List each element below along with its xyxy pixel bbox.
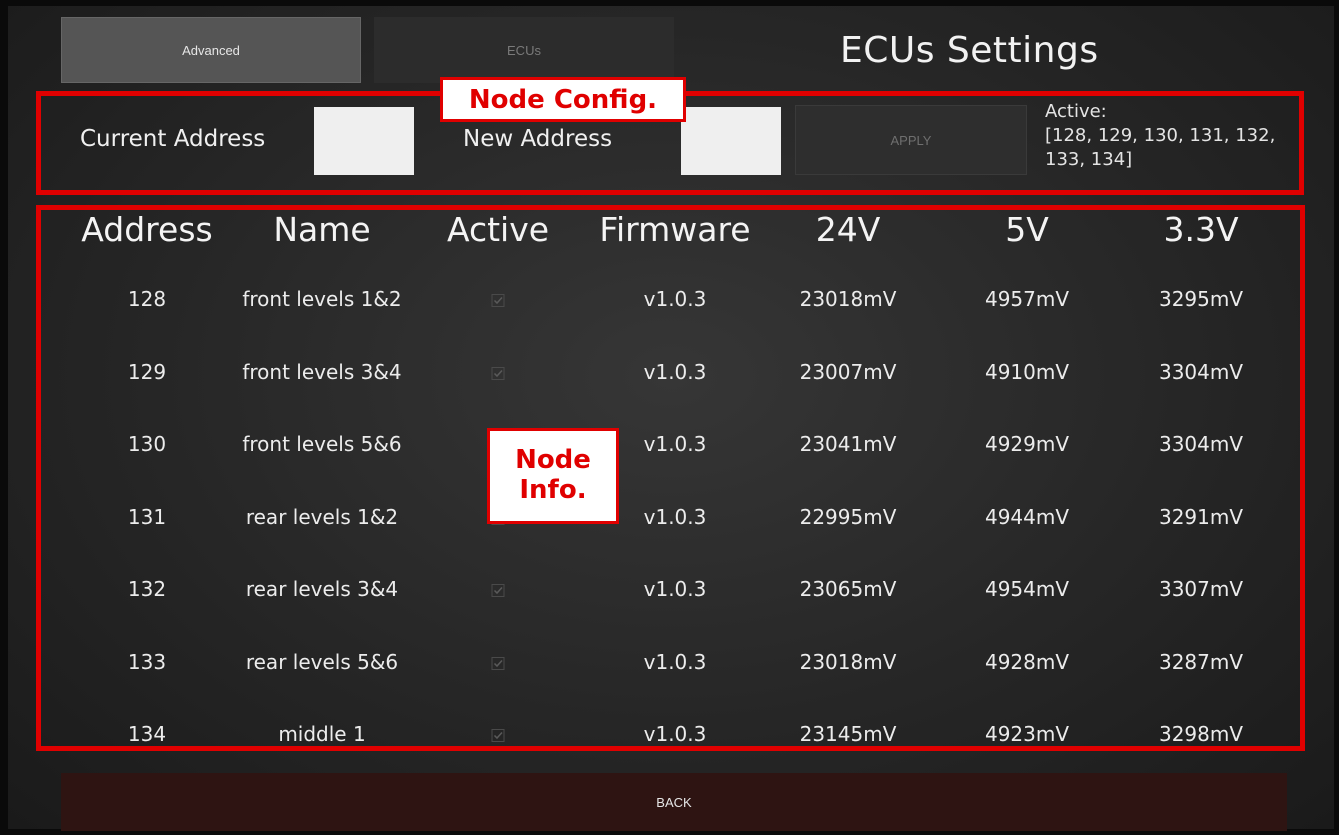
node-config-callout: Node Config. xyxy=(440,77,686,122)
cell-address: 134 xyxy=(127,722,167,746)
active-checkbox-icon xyxy=(491,294,505,307)
active-checkbox-icon xyxy=(491,729,505,742)
cell-3-3v: 3291mV xyxy=(1158,504,1244,529)
cell-5v: 4929mV xyxy=(984,432,1070,456)
cell-5v: 4957mV xyxy=(984,287,1070,311)
node-info-callout: Node Info. xyxy=(487,428,619,524)
cell-address: 131 xyxy=(127,504,167,529)
active-checkbox-icon xyxy=(491,366,505,380)
active-checkbox-icon xyxy=(491,656,505,670)
cell-3-3v: 3304mV xyxy=(1158,432,1244,456)
active-nodes-label: Active: xyxy=(1045,101,1107,122)
new-address-label: New Address xyxy=(463,126,613,152)
cell-3-3v: 3295mV xyxy=(1158,287,1244,311)
header-active: Active xyxy=(446,210,550,249)
cell-address: 133 xyxy=(127,649,167,674)
header-3-3v: 3.3V xyxy=(1163,210,1239,249)
cell-firmware: v1.0.3 xyxy=(643,432,707,456)
current-address-label: Current Address xyxy=(80,126,266,152)
cell-firmware: v1.0.3 xyxy=(643,649,707,674)
header-24v: 24V xyxy=(815,210,881,249)
active-nodes-list: [128, 129, 130, 131, 132, 133, 134] xyxy=(1045,125,1276,170)
cell-5v: 4928mV xyxy=(984,649,1070,674)
cell-name: rear levels 3&4 xyxy=(245,577,399,601)
cell-firmware: v1.0.3 xyxy=(643,722,707,746)
cell-firmware: v1.0.3 xyxy=(643,287,707,311)
cell-24v: 23018mV xyxy=(799,287,897,311)
cell-3-3v: 3287mV xyxy=(1158,649,1244,674)
new-address-input[interactable] xyxy=(681,107,781,175)
header-name: Name xyxy=(273,210,371,249)
active-checkbox-icon xyxy=(491,584,505,597)
header-address: Address xyxy=(81,210,213,249)
cell-3-3v: 3304mV xyxy=(1158,359,1244,384)
cell-5v: 4910mV xyxy=(984,359,1070,384)
cell-name: front levels 5&6 xyxy=(242,432,402,456)
cell-firmware: v1.0.3 xyxy=(643,504,707,529)
cell-firmware: v1.0.3 xyxy=(643,577,707,601)
cell-24v: 23041mV xyxy=(799,432,897,456)
cell-name: middle 1 xyxy=(278,722,366,746)
page-title: ECUs Settings xyxy=(840,30,1099,71)
cell-address: 130 xyxy=(127,432,167,456)
cell-name: rear levels 5&6 xyxy=(245,649,399,674)
header-firmware: Firmware xyxy=(599,210,751,249)
cell-24v: 22995mV xyxy=(799,504,897,529)
cell-24v: 23145mV xyxy=(799,722,897,746)
cell-address: 128 xyxy=(127,287,167,311)
cell-5v: 4944mV xyxy=(984,504,1070,529)
cell-name: front levels 3&4 xyxy=(242,359,402,384)
tab-ecus[interactable]: ECUs xyxy=(374,17,674,83)
cell-address: 129 xyxy=(127,359,167,384)
back-button[interactable]: BACK xyxy=(61,773,1287,831)
cell-name: front levels 1&2 xyxy=(242,287,402,311)
cell-firmware: v1.0.3 xyxy=(643,359,707,384)
cell-5v: 4954mV xyxy=(984,577,1070,601)
current-address-input[interactable] xyxy=(314,107,414,175)
tab-advanced[interactable]: Advanced xyxy=(61,17,361,83)
cell-24v: 23007mV xyxy=(799,359,897,384)
cell-5v: 4923mV xyxy=(984,722,1070,746)
cell-24v: 23065mV xyxy=(799,577,897,601)
cell-24v: 23018mV xyxy=(799,649,897,674)
cell-3-3v: 3307mV xyxy=(1158,577,1244,601)
cell-address: 132 xyxy=(127,577,167,601)
cell-3-3v: 3298mV xyxy=(1158,722,1244,746)
cell-name: rear levels 1&2 xyxy=(245,504,399,529)
apply-button[interactable]: APPLY xyxy=(795,105,1027,175)
header-5v: 5V xyxy=(1005,210,1049,249)
